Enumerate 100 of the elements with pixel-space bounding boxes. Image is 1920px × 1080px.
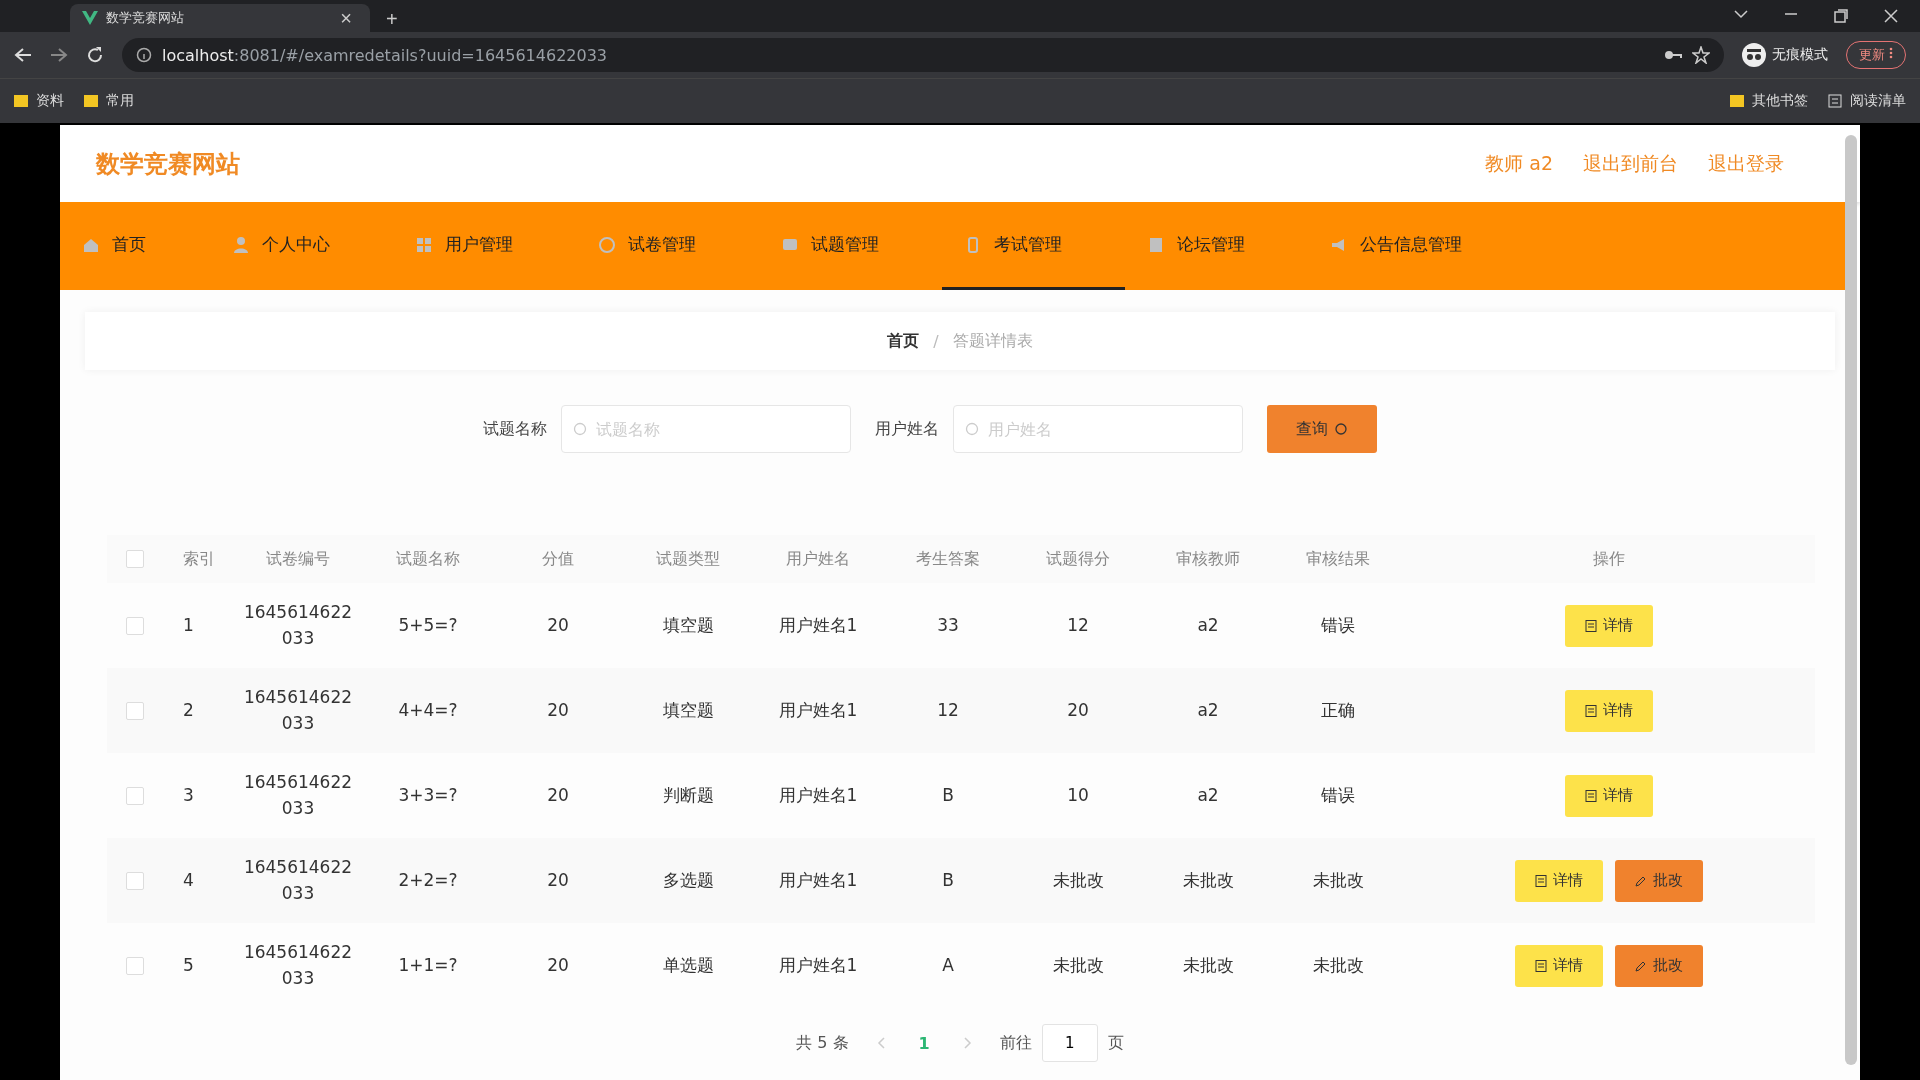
table-cell-text: 未批改 (1181, 953, 1235, 977)
list-icon (1828, 94, 1842, 108)
table-cell-text: 1645614622 033 (242, 771, 354, 820)
column-header: 分值 (541, 548, 575, 570)
table-cell-text: 10 (1066, 783, 1090, 807)
table-cell-text: 5+5=? (397, 613, 459, 637)
field-label: 用户姓名 (875, 418, 939, 440)
detail-button[interactable]: 详情 (1565, 689, 1653, 732)
table-cell-text: 填空题 (661, 698, 715, 722)
column-header: 索引 (182, 548, 216, 570)
table-cell-text: 未批改 (1311, 953, 1365, 977)
table-cell-text: 错误 (1320, 613, 1356, 637)
detail-button[interactable]: 详情 (1515, 859, 1603, 902)
close-icon[interactable] (1884, 9, 1898, 23)
info-icon (136, 47, 152, 63)
bookmark[interactable]: 常用 (84, 92, 134, 110)
nav-item[interactable]: 公告信息管理 (1308, 202, 1491, 290)
column-header: 考生答案 (915, 548, 981, 570)
browser-tab[interactable]: 数学竞赛网站 × (70, 4, 370, 32)
goto-label: 前往 (999, 1032, 1032, 1054)
checkbox[interactable] (126, 701, 144, 720)
nav-item[interactable]: 用户管理 (393, 202, 576, 290)
table-cell-text: 20 (1066, 698, 1090, 722)
document-icon (1585, 619, 1597, 632)
table-cell-text: 填空题 (661, 613, 715, 637)
reading-list[interactable]: 阅读清单 (1828, 92, 1906, 110)
table-cell-text: 20 (546, 783, 570, 807)
nav-item[interactable]: 个人中心 (210, 202, 393, 290)
forward-icon[interactable] (50, 47, 68, 63)
pencil-icon (1635, 874, 1647, 887)
table-cell-text: 4 (182, 868, 195, 892)
grade-button[interactable]: 批改 (1615, 859, 1703, 902)
page-input[interactable]: 1 (1041, 1024, 1098, 1062)
table-cell-text: 用户姓名1 (777, 698, 859, 722)
column-header: 试卷编号 (265, 548, 331, 570)
table-cell-text: B (941, 783, 955, 807)
table-cell-text: 判断题 (661, 783, 715, 807)
detail-button[interactable]: 详情 (1565, 604, 1653, 647)
table-cell-text: 12 (1066, 613, 1090, 637)
column-header: 试题类型 (655, 548, 721, 570)
bookmark[interactable]: 其他书签 (1730, 92, 1808, 110)
close-tab-button[interactable]: × (334, 5, 358, 31)
document-icon (1585, 789, 1597, 802)
search-icon (1334, 422, 1348, 436)
nav-item[interactable]: 试题管理 (759, 202, 942, 290)
chevron-down-icon[interactable] (1734, 9, 1748, 19)
nav-item[interactable]: 论坛管理 (1125, 202, 1308, 290)
bookmark[interactable]: 资料 (14, 92, 64, 110)
table-cell-text: 正确 (1320, 698, 1356, 722)
table-cell-text: a2 (1196, 783, 1220, 807)
page-suffix: 页 (1107, 1032, 1124, 1054)
detail-button[interactable]: 详情 (1515, 944, 1603, 987)
checkbox[interactable] (126, 871, 144, 890)
breadcrumb-separator: / (933, 331, 939, 351)
breadcrumb-current: 答题详情表 (952, 330, 1033, 352)
table-cell-text: 1+1=? (397, 953, 459, 977)
back-icon[interactable] (14, 47, 32, 63)
nav-item[interactable]: 试卷管理 (576, 202, 759, 290)
grade-button[interactable]: 批改 (1615, 944, 1703, 987)
table-cell-text: 用户姓名1 (777, 953, 859, 977)
checkbox[interactable] (126, 616, 144, 635)
reload-icon[interactable] (86, 46, 104, 64)
star-icon[interactable] (1692, 46, 1711, 64)
checkbox[interactable] (126, 786, 144, 805)
column-header: 试题得分 (1045, 548, 1111, 570)
grid-icon (415, 235, 433, 254)
restore-icon[interactable] (1834, 9, 1848, 23)
detail-button[interactable]: 详情 (1565, 774, 1653, 817)
table-cell-text: 用户姓名1 (777, 783, 859, 807)
nav-item[interactable]: 首页 (60, 202, 210, 290)
table-cell-text: 1645614622 033 (242, 856, 354, 905)
table-cell-text: 33 (936, 613, 960, 637)
search-button[interactable]: 查询 (1267, 405, 1377, 453)
folder-icon (1730, 94, 1744, 108)
document-icon (1535, 959, 1547, 972)
table-cell-text: 未批改 (1051, 868, 1105, 892)
table-cell-text: 20 (546, 698, 570, 722)
checkbox[interactable] (126, 550, 144, 568)
table-cell-text: 未批改 (1311, 868, 1365, 892)
table-cell-text: 1645614622 033 (242, 686, 354, 735)
table-cell-text: 12 (936, 698, 960, 722)
checkbox[interactable] (126, 956, 144, 975)
table-cell-text: 4+4=? (397, 698, 459, 722)
table-cell-text: 20 (546, 613, 570, 637)
column-header: 用户姓名 (785, 548, 851, 570)
folder-icon (14, 94, 28, 108)
incognito-label[interactable]: 无痕模式 (1742, 43, 1829, 67)
scrollbar[interactable] (1845, 135, 1857, 1065)
address-bar[interactable]: localhost:8081/#/examredetails?uuid=1645614622033 (122, 38, 1725, 72)
breadcrumb-link[interactable]: 首页 (887, 330, 920, 352)
new-tab-button[interactable]: + (380, 6, 404, 32)
table-cell-text: 单选题 (661, 953, 715, 977)
table-cell-text: 2 (182, 698, 195, 722)
table-cell-text: 3+3=? (397, 783, 459, 807)
pencil-icon (1635, 959, 1647, 972)
key-icon[interactable] (1664, 49, 1683, 61)
field-label: 试题名称 (483, 418, 547, 440)
table-cell-text: 用户姓名1 (777, 868, 859, 892)
document-icon (1585, 704, 1597, 717)
table-cell-text: 用户姓名1 (777, 613, 859, 637)
